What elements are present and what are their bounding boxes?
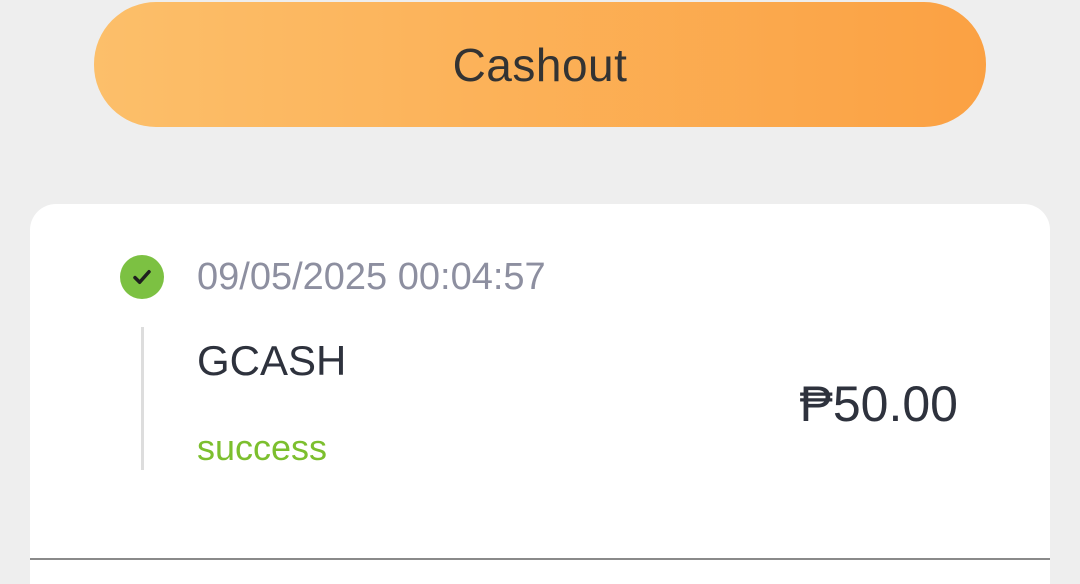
- timeline-line: [141, 327, 144, 470]
- cashout-button-label: Cashout: [452, 38, 628, 91]
- check-circle-icon: [120, 255, 164, 299]
- payment-method: GCASH: [197, 337, 347, 384]
- transaction-status: success: [197, 427, 328, 468]
- card-divider: [30, 558, 1050, 560]
- transaction-amount: ₱50.00: [799, 376, 958, 432]
- transaction-timestamp: 09/05/2025 00:04:57: [197, 256, 546, 298]
- cashout-button[interactable]: Cashout: [94, 2, 986, 127]
